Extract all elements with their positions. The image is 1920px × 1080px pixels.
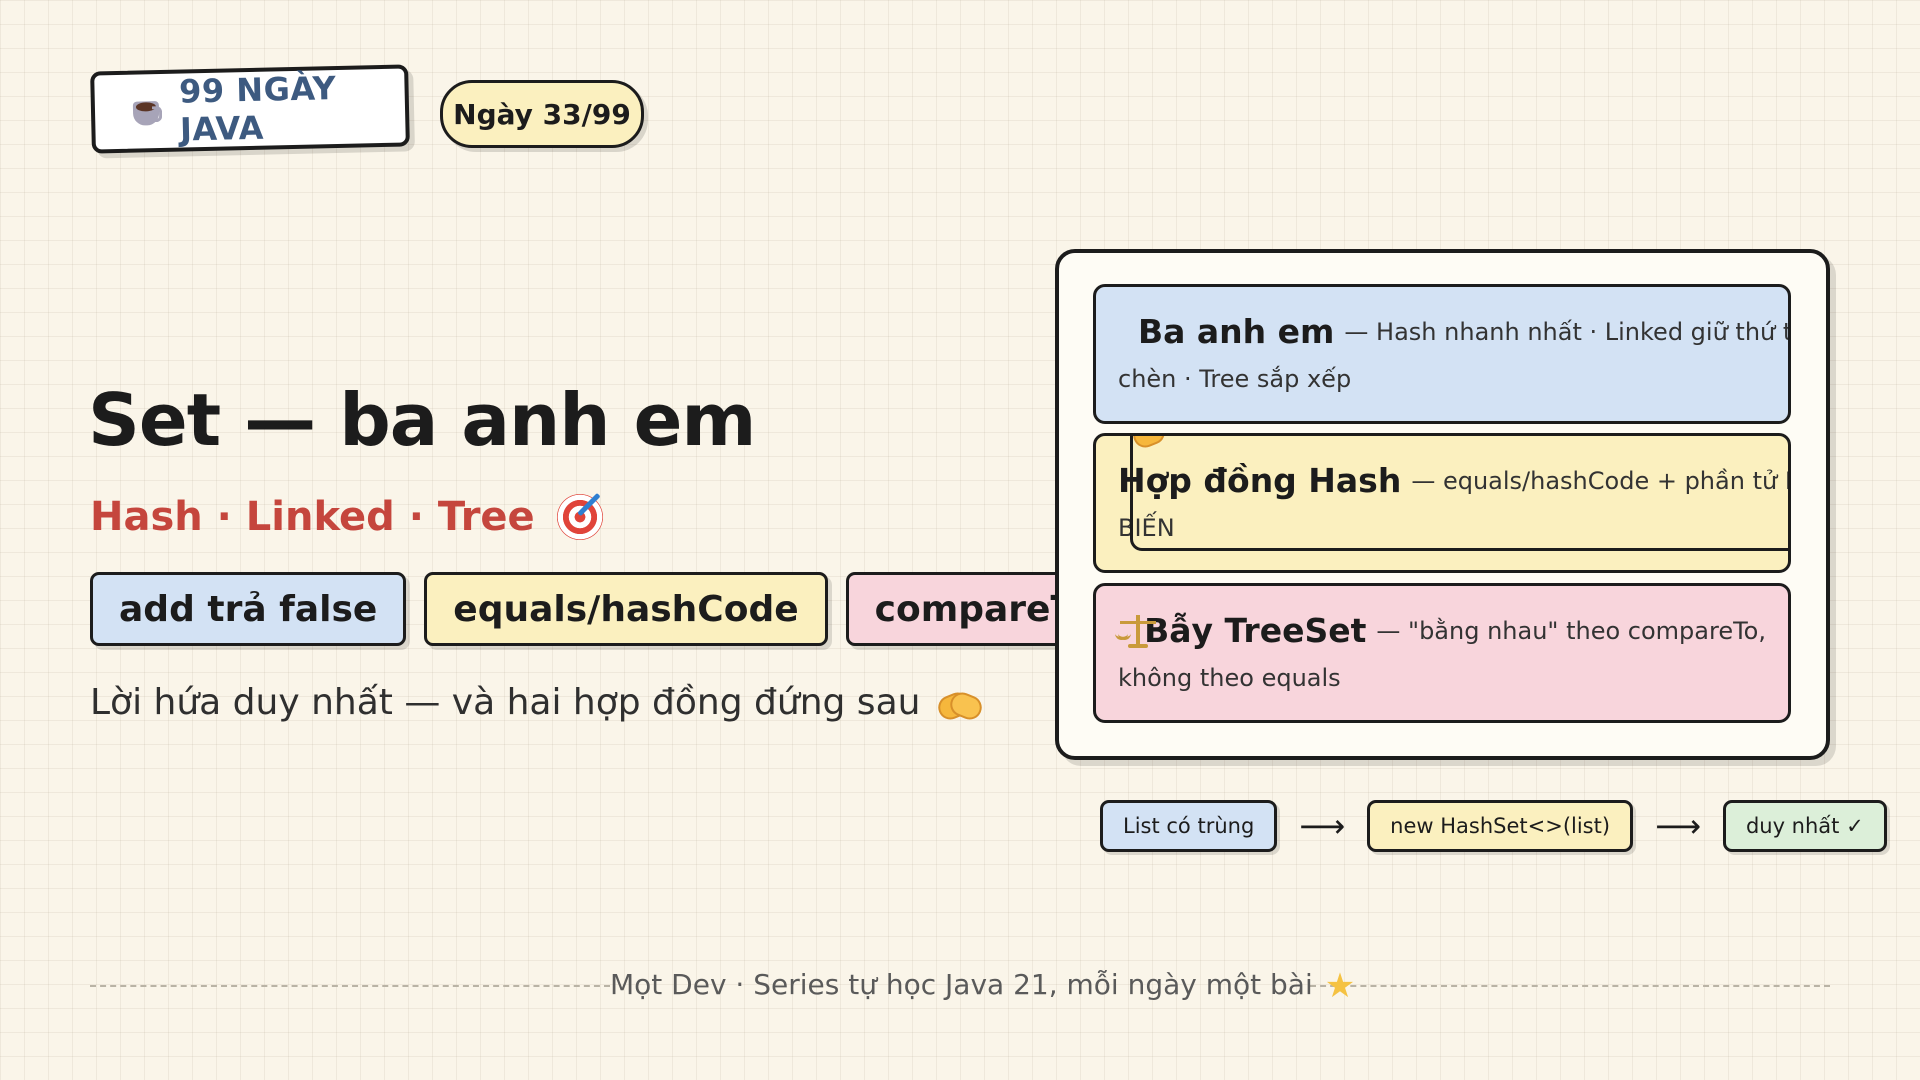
subtitle: Hash · Linked · Tree — [90, 493, 603, 540]
summary-card: Ba anh em — Hash nhanh nhất · Linked giữ… — [1055, 249, 1830, 760]
series-title: 99 NGÀY JAVA — [178, 69, 337, 149]
summary-row-treeset-trap: Bẫy TreeSet — "bằng nhau" theo compareTo… — [1093, 583, 1791, 723]
series-badge: 99 NGÀY JAVA — [90, 64, 410, 154]
dedupe-flow: List có trùng ⟶ new HashSet<>(list) ⟶ du… — [1100, 800, 1887, 852]
handshake-icon — [1130, 436, 1788, 551]
keyword-chips: add trả false equals/hashCode compareTo — [90, 572, 1124, 646]
footer-text: Mọt Dev · Series tự học Java 21, mỗi ngà… — [610, 968, 1313, 1001]
flow-step-hashset: new HashSet<>(list) — [1367, 800, 1634, 852]
tagline: Lời hứa duy nhất — và hai hợp đồng đứng … — [90, 682, 986, 723]
footer-divider-left — [90, 985, 610, 987]
chip-add-returns-false: add trả false — [90, 572, 407, 646]
chip-equals-hashcode: equals/hashCode — [424, 572, 828, 646]
footer: Mọt Dev · Series tự học Java 21, mỗi ngà… — [610, 966, 1355, 1006]
footer-divider-right — [1310, 985, 1830, 987]
row-title: Ba anh em — [1138, 312, 1335, 351]
summary-row-hash-contract: Hợp đồng Hash — equals/hashCode + phần t… — [1093, 433, 1791, 573]
row-description: — "bằng nhau" theo compareTo, — [1376, 617, 1766, 645]
row-description: — Hash nhanh nhất · Linked giữ thứ tự — [1344, 318, 1791, 346]
coffee-icon — [131, 95, 162, 128]
subtitle-text: Hash · Linked · Tree — [90, 494, 535, 540]
row-title: Bẫy TreeSet — [1144, 611, 1367, 650]
row-description-continued: chèn · Tree sắp xếp — [1118, 365, 1352, 393]
target-icon — [556, 493, 603, 540]
page-title: Set — ba anh em — [88, 378, 756, 462]
arrow-right-icon: ⟶ — [1655, 807, 1701, 845]
tagline-text: Lời hứa duy nhất — và hai hợp đồng đứng … — [90, 682, 921, 723]
row-description-continued: không theo equals — [1118, 664, 1341, 692]
arrow-right-icon: ⟶ — [1299, 807, 1346, 845]
star-icon: ★ — [1324, 966, 1356, 1006]
day-counter-badge: Ngày 33/99 — [440, 80, 644, 148]
handshake-icon — [935, 686, 986, 723]
flow-step-list: List có trùng — [1100, 800, 1278, 852]
flow-step-unique: duy nhất ✓ — [1722, 800, 1887, 852]
scale-icon — [1115, 613, 1156, 649]
summary-row-three-brothers: Ba anh em — Hash nhanh nhất · Linked giữ… — [1093, 284, 1791, 424]
